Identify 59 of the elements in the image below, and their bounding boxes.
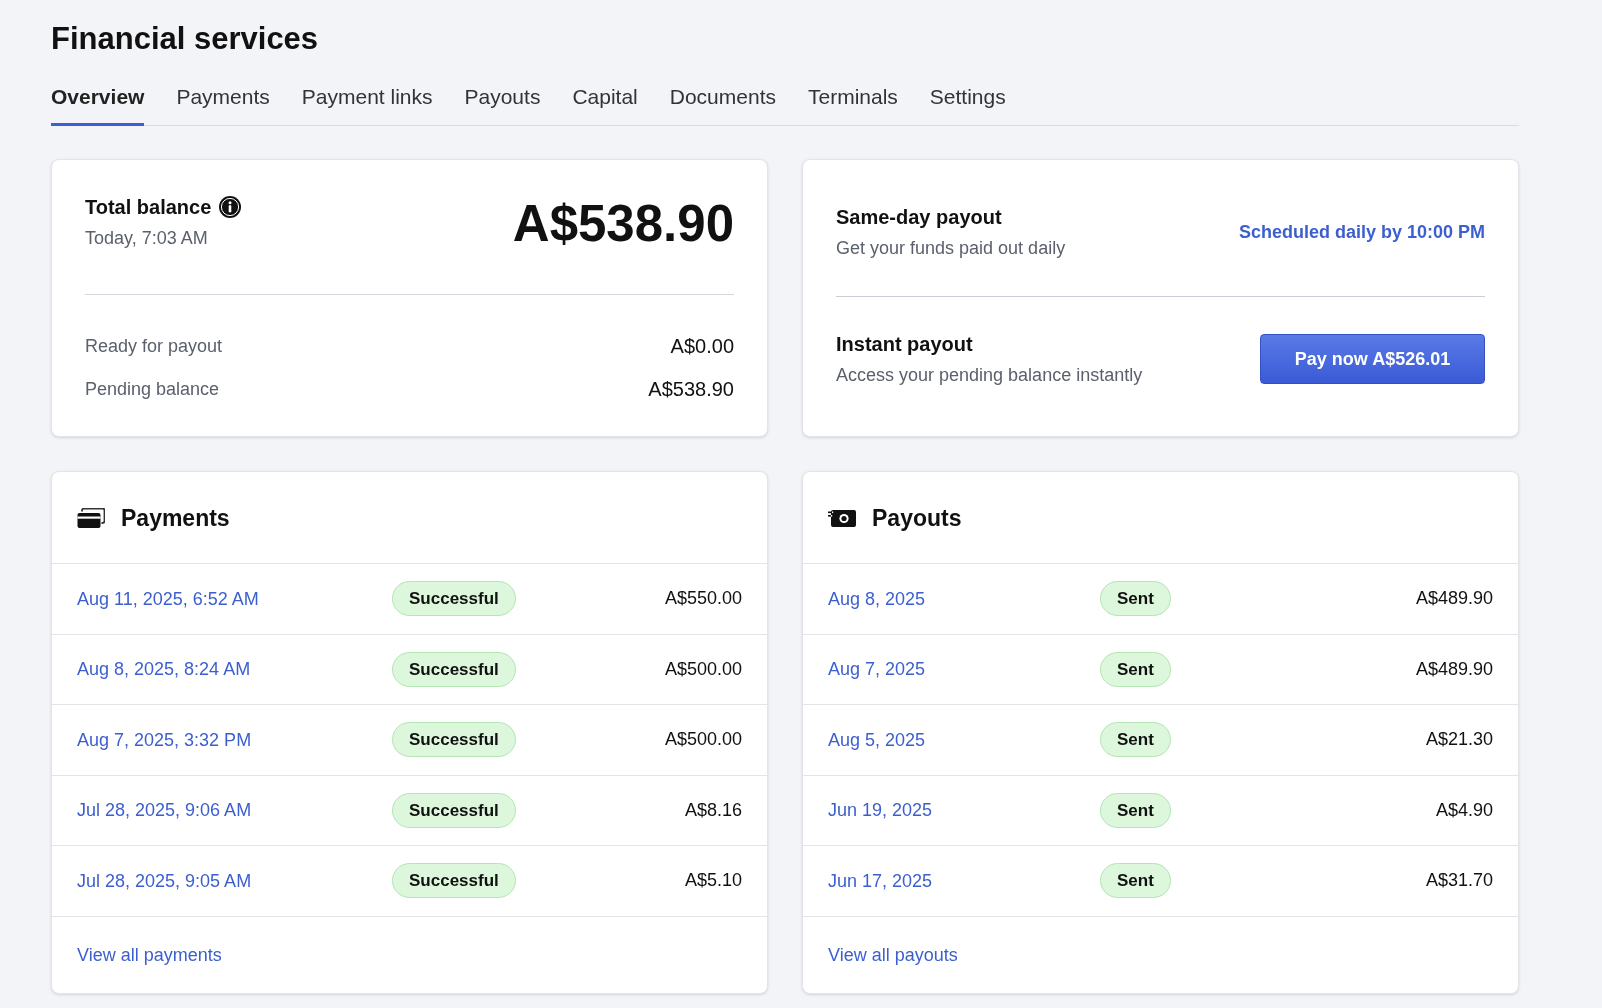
date-link[interactable]: Jul 28, 2025, 9:06 AM xyxy=(77,798,252,823)
status-badge: Successful xyxy=(392,651,516,687)
status-badge: Sent xyxy=(1100,792,1171,828)
nav-tab[interactable]: Capital xyxy=(572,80,638,126)
status-badge: Successful xyxy=(392,863,516,899)
schedule-link[interactable]: Scheduled daily by 10:00 PM xyxy=(1238,218,1485,246)
status-badge: Successful xyxy=(392,792,516,828)
balance-timestamp: Today, 7:03 AM xyxy=(85,227,209,250)
balance-value: A$538.90 xyxy=(648,377,734,402)
date-link[interactable]: Aug 5, 2025 xyxy=(828,727,926,752)
status-badge: Successful xyxy=(392,581,516,617)
section-description: Access your pending balance instantly xyxy=(836,364,1143,387)
nav-tab[interactable]: Settings xyxy=(929,80,1006,126)
amount-text: A$21.30 xyxy=(1425,728,1493,752)
nav-tab[interactable]: Overview xyxy=(51,80,145,126)
status-badge: Sent xyxy=(1100,651,1171,687)
amount-text: A$500.00 xyxy=(664,728,742,752)
amount-text: A$4.90 xyxy=(1435,798,1493,822)
date-link[interactable]: Jun 19, 2025 xyxy=(828,798,933,823)
balance-amount: A$538.90 xyxy=(512,194,734,254)
nav-tab[interactable]: Terminals xyxy=(808,80,898,126)
balance-title: Total balance xyxy=(85,195,212,220)
date-link[interactable]: Jul 28, 2025, 9:05 AM xyxy=(77,868,252,893)
amount-text: A$550.00 xyxy=(664,587,742,611)
balance-label: Pending balance xyxy=(85,378,220,401)
date-link[interactable]: Aug 8, 2025, 8:24 AM xyxy=(77,657,251,682)
amount-text: A$31.70 xyxy=(1425,869,1493,893)
page-title: Financial services xyxy=(51,20,319,58)
amount-text: A$500.00 xyxy=(664,657,742,681)
nav-tab[interactable]: Documents xyxy=(669,80,776,126)
amount-text: A$489.90 xyxy=(1415,657,1493,681)
view-all-link[interactable]: View all payouts xyxy=(828,942,958,967)
date-link[interactable]: Aug 8, 2025 xyxy=(828,586,926,611)
date-link[interactable]: Jun 17, 2025 xyxy=(828,868,933,893)
section-title: Same-day payout xyxy=(836,205,1003,230)
status-badge: Successful xyxy=(392,722,516,758)
nav-tab[interactable]: Payments xyxy=(176,80,270,126)
date-link[interactable]: Aug 7, 2025, 3:32 PM xyxy=(77,727,252,752)
section-title: Instant payout xyxy=(836,332,974,357)
date-link[interactable]: Aug 11, 2025, 6:52 AM xyxy=(77,586,259,611)
info-icon[interactable] xyxy=(219,196,242,218)
nav-tab[interactable]: Payouts xyxy=(464,80,541,126)
banknote-icon xyxy=(828,508,856,527)
section-description: Get your funds paid out daily xyxy=(836,237,1066,260)
amount-text: A$5.10 xyxy=(684,869,742,893)
status-badge: Sent xyxy=(1100,863,1171,899)
card-title: Payments xyxy=(121,503,230,533)
amount-text: A$489.90 xyxy=(1415,587,1493,611)
balance-label: Ready for payout xyxy=(85,335,223,358)
nav-tab[interactable]: Payment links xyxy=(301,80,433,126)
pay-now-button[interactable]: Pay now A$526.01 xyxy=(1260,334,1485,384)
status-badge: Sent xyxy=(1100,722,1171,758)
card-title: Payouts xyxy=(872,503,962,533)
credit-cards-icon xyxy=(77,507,105,528)
status-badge: Sent xyxy=(1100,581,1171,617)
balance-value: A$0.00 xyxy=(670,334,734,359)
amount-text: A$8.16 xyxy=(684,798,742,822)
date-link[interactable]: Aug 7, 2025 xyxy=(828,657,926,682)
view-all-link[interactable]: View all payments xyxy=(77,942,222,967)
